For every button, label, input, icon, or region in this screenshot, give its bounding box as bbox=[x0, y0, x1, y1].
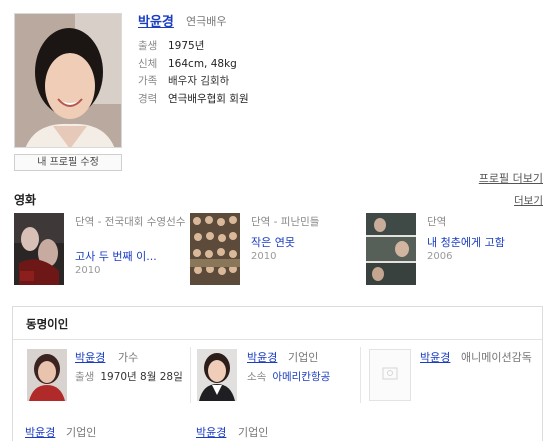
info-key: 신체 bbox=[138, 58, 158, 70]
profile-name[interactable]: 박윤경 bbox=[138, 11, 174, 30]
person-name[interactable]: 박윤경 bbox=[247, 349, 277, 365]
movie-title[interactable]: 고사 두 번째 이... bbox=[75, 248, 157, 264]
person-role: 기업인 bbox=[66, 426, 97, 439]
movie-item[interactable]: 단역 - 전국대회 수영선수 고사 두 번째 이... 2010 bbox=[14, 213, 189, 288]
movie-poster[interactable] bbox=[190, 213, 240, 285]
info-value: 164cm, 48kg bbox=[168, 58, 237, 70]
info-birth: 출생 1975년 bbox=[138, 38, 204, 53]
movie-year: 2010 bbox=[251, 251, 277, 262]
same-name-title: 동명이인 bbox=[26, 317, 69, 331]
profile-more-link[interactable]: 프로필 더보기 bbox=[479, 170, 543, 186]
info-key: 출생 bbox=[138, 40, 158, 52]
info-value: 연극배우협회 회원 bbox=[168, 93, 249, 105]
detail-key: 소속 bbox=[247, 371, 267, 383]
divider bbox=[360, 347, 361, 403]
movie-year: 2006 bbox=[427, 251, 453, 262]
person-name[interactable]: 박윤경 bbox=[25, 424, 55, 440]
movie-meta: 단역 bbox=[427, 216, 447, 228]
person-role: 기업인 bbox=[238, 426, 269, 439]
person-role: 기업인 bbox=[288, 351, 319, 364]
movie-item[interactable]: 단역 내 청춘에게 고함 2006 bbox=[366, 213, 541, 288]
movie-poster[interactable] bbox=[14, 213, 64, 285]
person-photo-placeholder[interactable] bbox=[369, 349, 411, 401]
profile-job: 연극배우 bbox=[186, 15, 227, 28]
divider bbox=[13, 339, 542, 340]
info-key: 경력 bbox=[138, 93, 158, 105]
person-photo[interactable] bbox=[27, 349, 67, 401]
person-name[interactable]: 박윤경 bbox=[75, 349, 105, 365]
divider bbox=[190, 347, 191, 403]
edit-profile-button[interactable]: 내 프로필 수정 bbox=[14, 154, 122, 171]
movie-year: 2010 bbox=[75, 265, 101, 276]
person-role: 애니메이션감독 bbox=[461, 351, 532, 364]
movies-more-link[interactable]: 더보기 bbox=[514, 193, 543, 208]
movie-poster[interactable] bbox=[366, 213, 416, 285]
info-value[interactable]: 배우자 김회하 bbox=[168, 75, 229, 87]
detail-value[interactable]: 아메리칸항공 bbox=[272, 371, 330, 383]
person-photo[interactable] bbox=[197, 349, 237, 401]
movie-meta: 단역 - 전국대회 수영선수 bbox=[75, 216, 186, 228]
person-detail: 소속 아메리칸항공 bbox=[247, 369, 330, 384]
info-body: 신체 164cm, 48kg bbox=[138, 56, 237, 71]
info-value: 1975년 bbox=[168, 40, 205, 52]
person-detail: 출생 1970년 8월 28일 bbox=[75, 369, 183, 384]
profile-photo[interactable] bbox=[14, 13, 122, 148]
movie-title[interactable]: 내 청춘에게 고함 bbox=[427, 234, 505, 250]
detail-key: 출생 bbox=[75, 371, 95, 383]
movie-item[interactable]: 단역 - 피난민들 작은 연못 2010 bbox=[190, 213, 365, 288]
info-key: 가족 bbox=[138, 75, 158, 87]
info-family: 가족 배우자 김회하 bbox=[138, 73, 229, 88]
person-role: 가수 bbox=[118, 351, 139, 364]
movie-title[interactable]: 작은 연못 bbox=[251, 234, 295, 250]
detail-value: 1970년 8월 28일 bbox=[100, 371, 183, 383]
info-career: 경력 연극배우협회 회원 bbox=[138, 91, 249, 106]
person-name[interactable]: 박윤경 bbox=[196, 424, 226, 440]
movies-section-title: 영화 bbox=[14, 193, 37, 207]
movie-meta: 단역 - 피난민들 bbox=[251, 216, 320, 228]
